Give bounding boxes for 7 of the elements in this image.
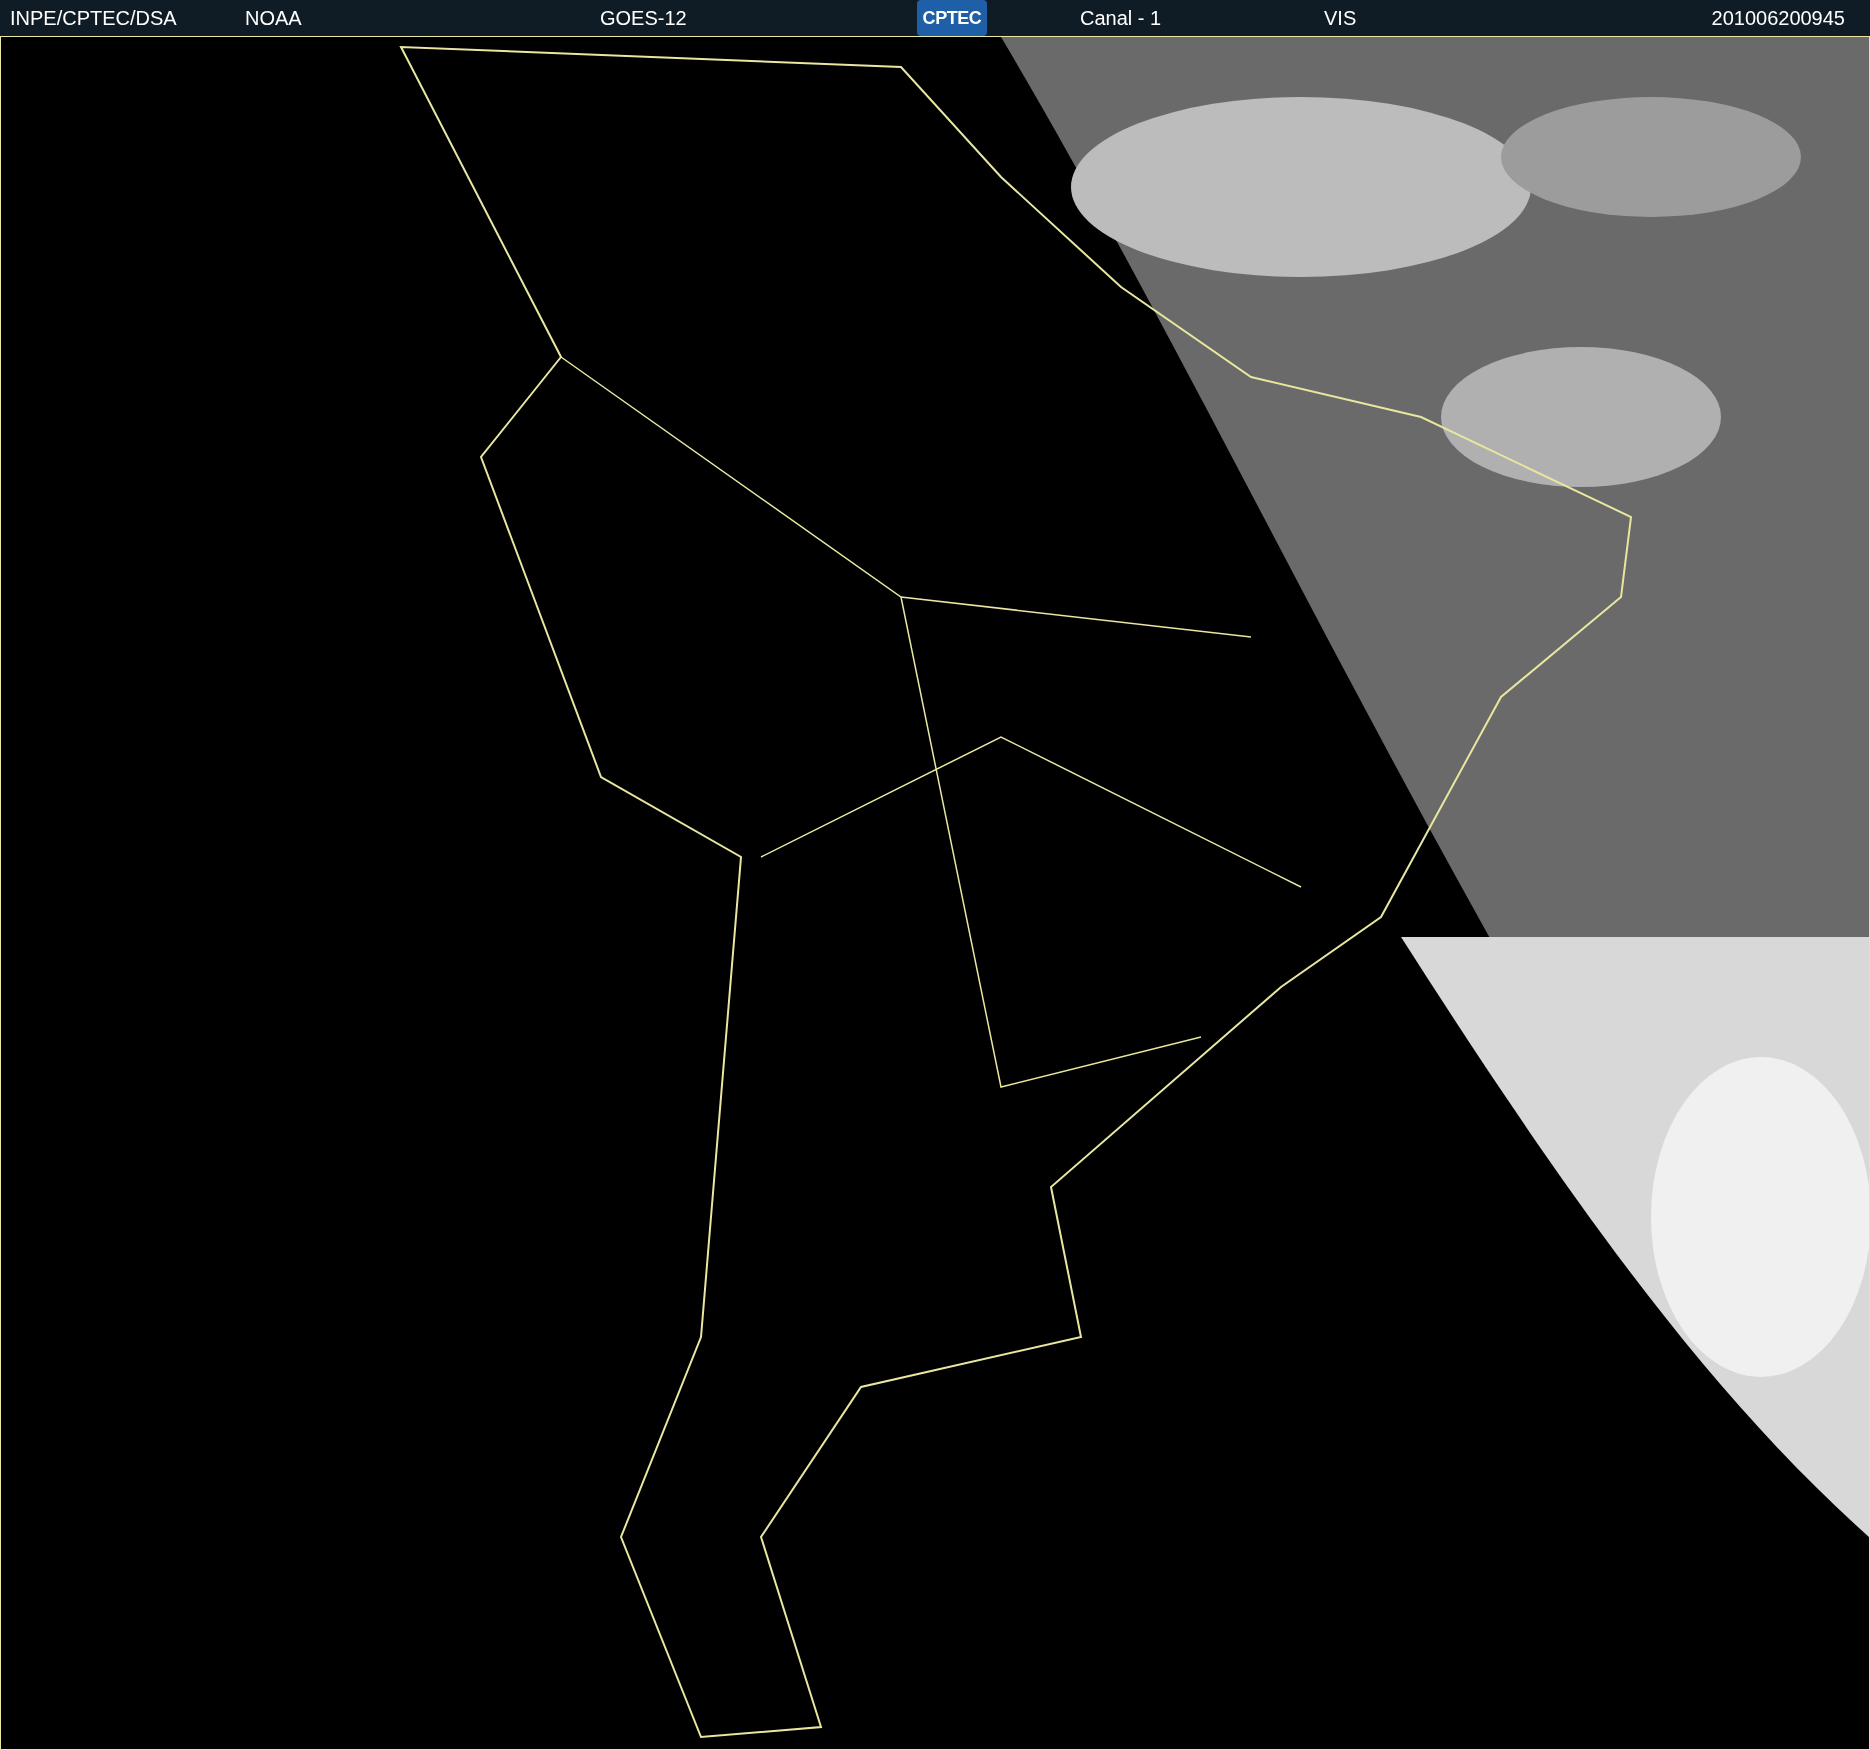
header-label: Canal - 1 (1080, 6, 1162, 31)
header-label: NOAA (245, 6, 302, 31)
header-label: INPE/CPTEC/DSA (10, 6, 177, 31)
logo: CPTEC (917, 0, 987, 36)
header-label: VIS (1324, 6, 1357, 31)
header-label: 201006200945 (1711, 6, 1845, 31)
header-label: GOES-12 (600, 6, 687, 31)
